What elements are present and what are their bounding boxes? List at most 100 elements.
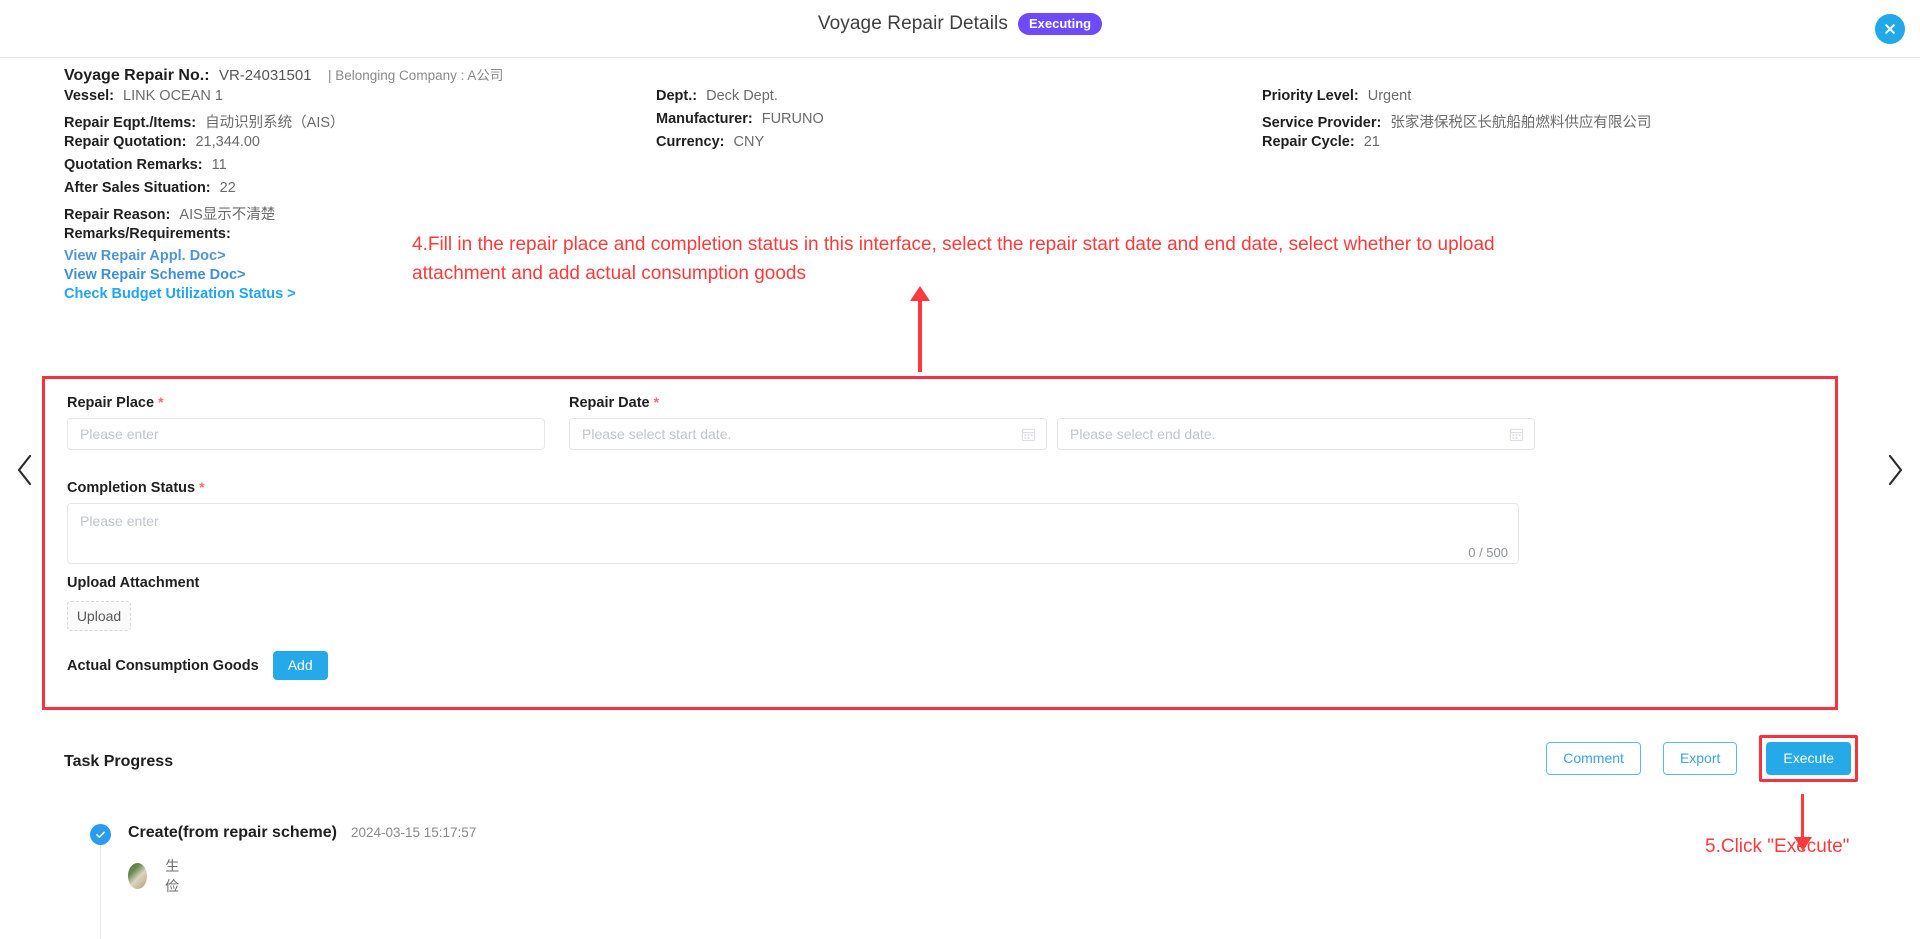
info-label: Quotation Remarks: — [64, 157, 203, 173]
completion-status-label-group: Completion Status * — [67, 479, 1813, 496]
info-value: 11 — [211, 157, 227, 173]
upload-button[interactable]: Upload — [67, 601, 131, 631]
info-label: Repair Cycle: — [1262, 134, 1355, 150]
export-button[interactable]: Export — [1662, 742, 1738, 775]
chevron-right-icon — [1888, 454, 1903, 486]
info-value: CNY — [733, 134, 765, 150]
link-view-repair-scheme-doc[interactable]: View Repair Scheme Doc> — [64, 267, 245, 283]
required-star: * — [199, 479, 205, 495]
info-value: 21 — [1363, 134, 1380, 150]
timeline-step-time: 2024-03-15 15:17:57 — [350, 825, 477, 840]
voyage-repair-details-page: Voyage Repair Details Executing Voyage R… — [0, 0, 1920, 939]
repair-start-date-input[interactable]: Please select start date. — [569, 418, 1047, 450]
info-label: Currency: — [656, 134, 725, 150]
info-value: 21,344.00 — [195, 134, 260, 150]
execute-button-highlight: Execute — [1759, 735, 1858, 782]
form-row-2: Completion Status * Please enter 0 / 500 — [67, 479, 1813, 564]
info-value: 22 — [219, 180, 236, 196]
voyage-repair-no-label: Voyage Repair No.: — [64, 67, 210, 84]
link-view-repair-appl-doc[interactable]: View Repair Appl. Doc> — [64, 248, 226, 264]
repair-start-date-placeholder: Please select start date. — [582, 426, 732, 442]
info-label: Repair Quotation: — [64, 134, 187, 150]
info-label: Repair Reason: — [64, 207, 171, 223]
voyage-repair-no-row: Voyage Repair No.: VR-24031501 | Belongi… — [64, 64, 503, 85]
info-value: Deck Dept. — [706, 88, 778, 104]
info-row-remarks-requirements: Remarks/Requirements: — [64, 226, 236, 242]
repair-place-placeholder: Please enter — [80, 426, 159, 442]
comment-button[interactable]: Comment — [1546, 742, 1641, 775]
repair-info-section: Voyage Repair No.: VR-24031501 | Belongi… — [0, 58, 1920, 370]
status-badge: Executing — [1017, 13, 1103, 35]
calendar-icon — [1021, 428, 1036, 442]
info-row-manufacturer: Manufacturer: FURUNO — [656, 111, 824, 127]
action-buttons: Comment Export Execute — [1546, 735, 1858, 782]
info-label: Vessel: — [64, 88, 114, 104]
chevron-left-icon — [17, 454, 32, 486]
form-row-3: Upload Attachment Upload — [67, 575, 199, 631]
info-row-repair-reason: Repair Reason: AIS显示不清楚 — [64, 203, 275, 224]
info-row-priority-level: Priority Level: Urgent — [1262, 88, 1411, 104]
timeline-item-person: 生俭 — [128, 856, 186, 896]
info-value: 张家港保税区长航船舶燃料供应有限公司 — [1390, 115, 1652, 131]
timeline-check-icon — [90, 824, 111, 845]
timeline-item-header: Create(from repair scheme) 2024-03-15 15… — [128, 824, 476, 842]
repair-place-label-group: Repair Place * — [67, 394, 164, 411]
repair-place-input[interactable]: Please enter — [67, 418, 545, 450]
info-row-quotation-remarks: Quotation Remarks: 11 — [64, 157, 227, 173]
close-button[interactable] — [1875, 14, 1905, 44]
form-row-4: Actual Consumption Goods Add — [67, 651, 328, 680]
title-group: Voyage Repair Details Executing — [0, 13, 1920, 35]
info-label: Dept.: — [656, 88, 698, 104]
info-value: Urgent — [1367, 88, 1412, 104]
execute-button[interactable]: Execute — [1766, 742, 1851, 775]
prev-record-button[interactable] — [8, 448, 42, 492]
repair-end-date-placeholder: Please select end date. — [1070, 426, 1216, 442]
info-row-after-sales: After Sales Situation: 22 — [64, 180, 236, 196]
info-row-repair-cycle: Repair Cycle: 21 — [1262, 134, 1380, 150]
repair-place-label: Repair Place — [67, 395, 155, 411]
completion-status-placeholder: Please enter — [80, 513, 159, 529]
annotation-arrow-up — [910, 286, 930, 372]
info-row-dept: Dept.: Deck Dept. — [656, 88, 778, 104]
info-value: AIS显示不清楚 — [179, 207, 276, 223]
close-icon — [1885, 24, 1895, 34]
info-row-repair-eqpt: Repair Eqpt./Items: 自动识别系统（AIS） — [64, 111, 345, 132]
repair-execution-form: Repair Place * Please enter Repair Date * … — [42, 376, 1838, 710]
repair-end-date-input[interactable]: Please select end date. — [1057, 418, 1535, 450]
task-progress-title: Task Progress — [64, 753, 174, 770]
actual-consumption-goods-label: Actual Consumption Goods — [67, 657, 259, 674]
page-title: Voyage Repair Details — [817, 13, 1008, 34]
belonging-company: | Belonging Company : A公司 — [328, 68, 504, 83]
annotation-arrow-down — [1794, 794, 1812, 851]
next-record-button[interactable] — [1878, 448, 1912, 492]
add-consumption-goods-button[interactable]: Add — [272, 651, 328, 680]
info-label: Manufacturer: — [656, 111, 753, 127]
info-label: Priority Level: — [1262, 88, 1359, 104]
required-star: * — [158, 394, 164, 410]
completion-status-textarea[interactable]: Please enter 0 / 500 — [67, 503, 1519, 564]
timeline-connector — [100, 838, 101, 939]
voyage-repair-no-value: VR-24031501 — [218, 67, 312, 84]
annotation-step-4: 4.Fill in the repair place and completio… — [412, 234, 1495, 284]
repair-date-label-group: Repair Date * — [569, 394, 659, 411]
person-name: 生俭 — [165, 858, 180, 894]
info-row-repair-quotation: Repair Quotation: 21,344.00 — [64, 134, 260, 150]
info-label: After Sales Situation: — [64, 180, 211, 196]
dialog-titlebar: Voyage Repair Details Executing — [0, 0, 1920, 58]
info-label: Repair Eqpt./Items: — [64, 115, 197, 131]
info-label: Service Provider: — [1262, 115, 1382, 131]
repair-date-label: Repair Date — [569, 395, 650, 411]
info-row-currency: Currency: CNY — [656, 134, 764, 150]
link-check-budget-utilization-status[interactable]: Check Budget Utilization Status > — [64, 286, 296, 302]
check-icon — [96, 831, 105, 838]
timeline-step-name: Create(from repair scheme) — [128, 824, 337, 841]
info-value: LINK OCEAN 1 — [123, 88, 223, 104]
info-label: Remarks/Requirements: — [64, 226, 231, 242]
info-row-vessel: Vessel: LINK OCEAN 1 — [64, 88, 223, 104]
required-star: * — [653, 394, 660, 410]
form-row-1: Repair Place * Please enter Repair Date * … — [67, 394, 1813, 464]
completion-status-counter: 0 / 500 — [1468, 545, 1508, 560]
upload-attachment-label: Upload Attachment — [67, 575, 200, 591]
calendar-icon — [1509, 428, 1524, 442]
completion-status-label: Completion Status — [67, 480, 196, 496]
